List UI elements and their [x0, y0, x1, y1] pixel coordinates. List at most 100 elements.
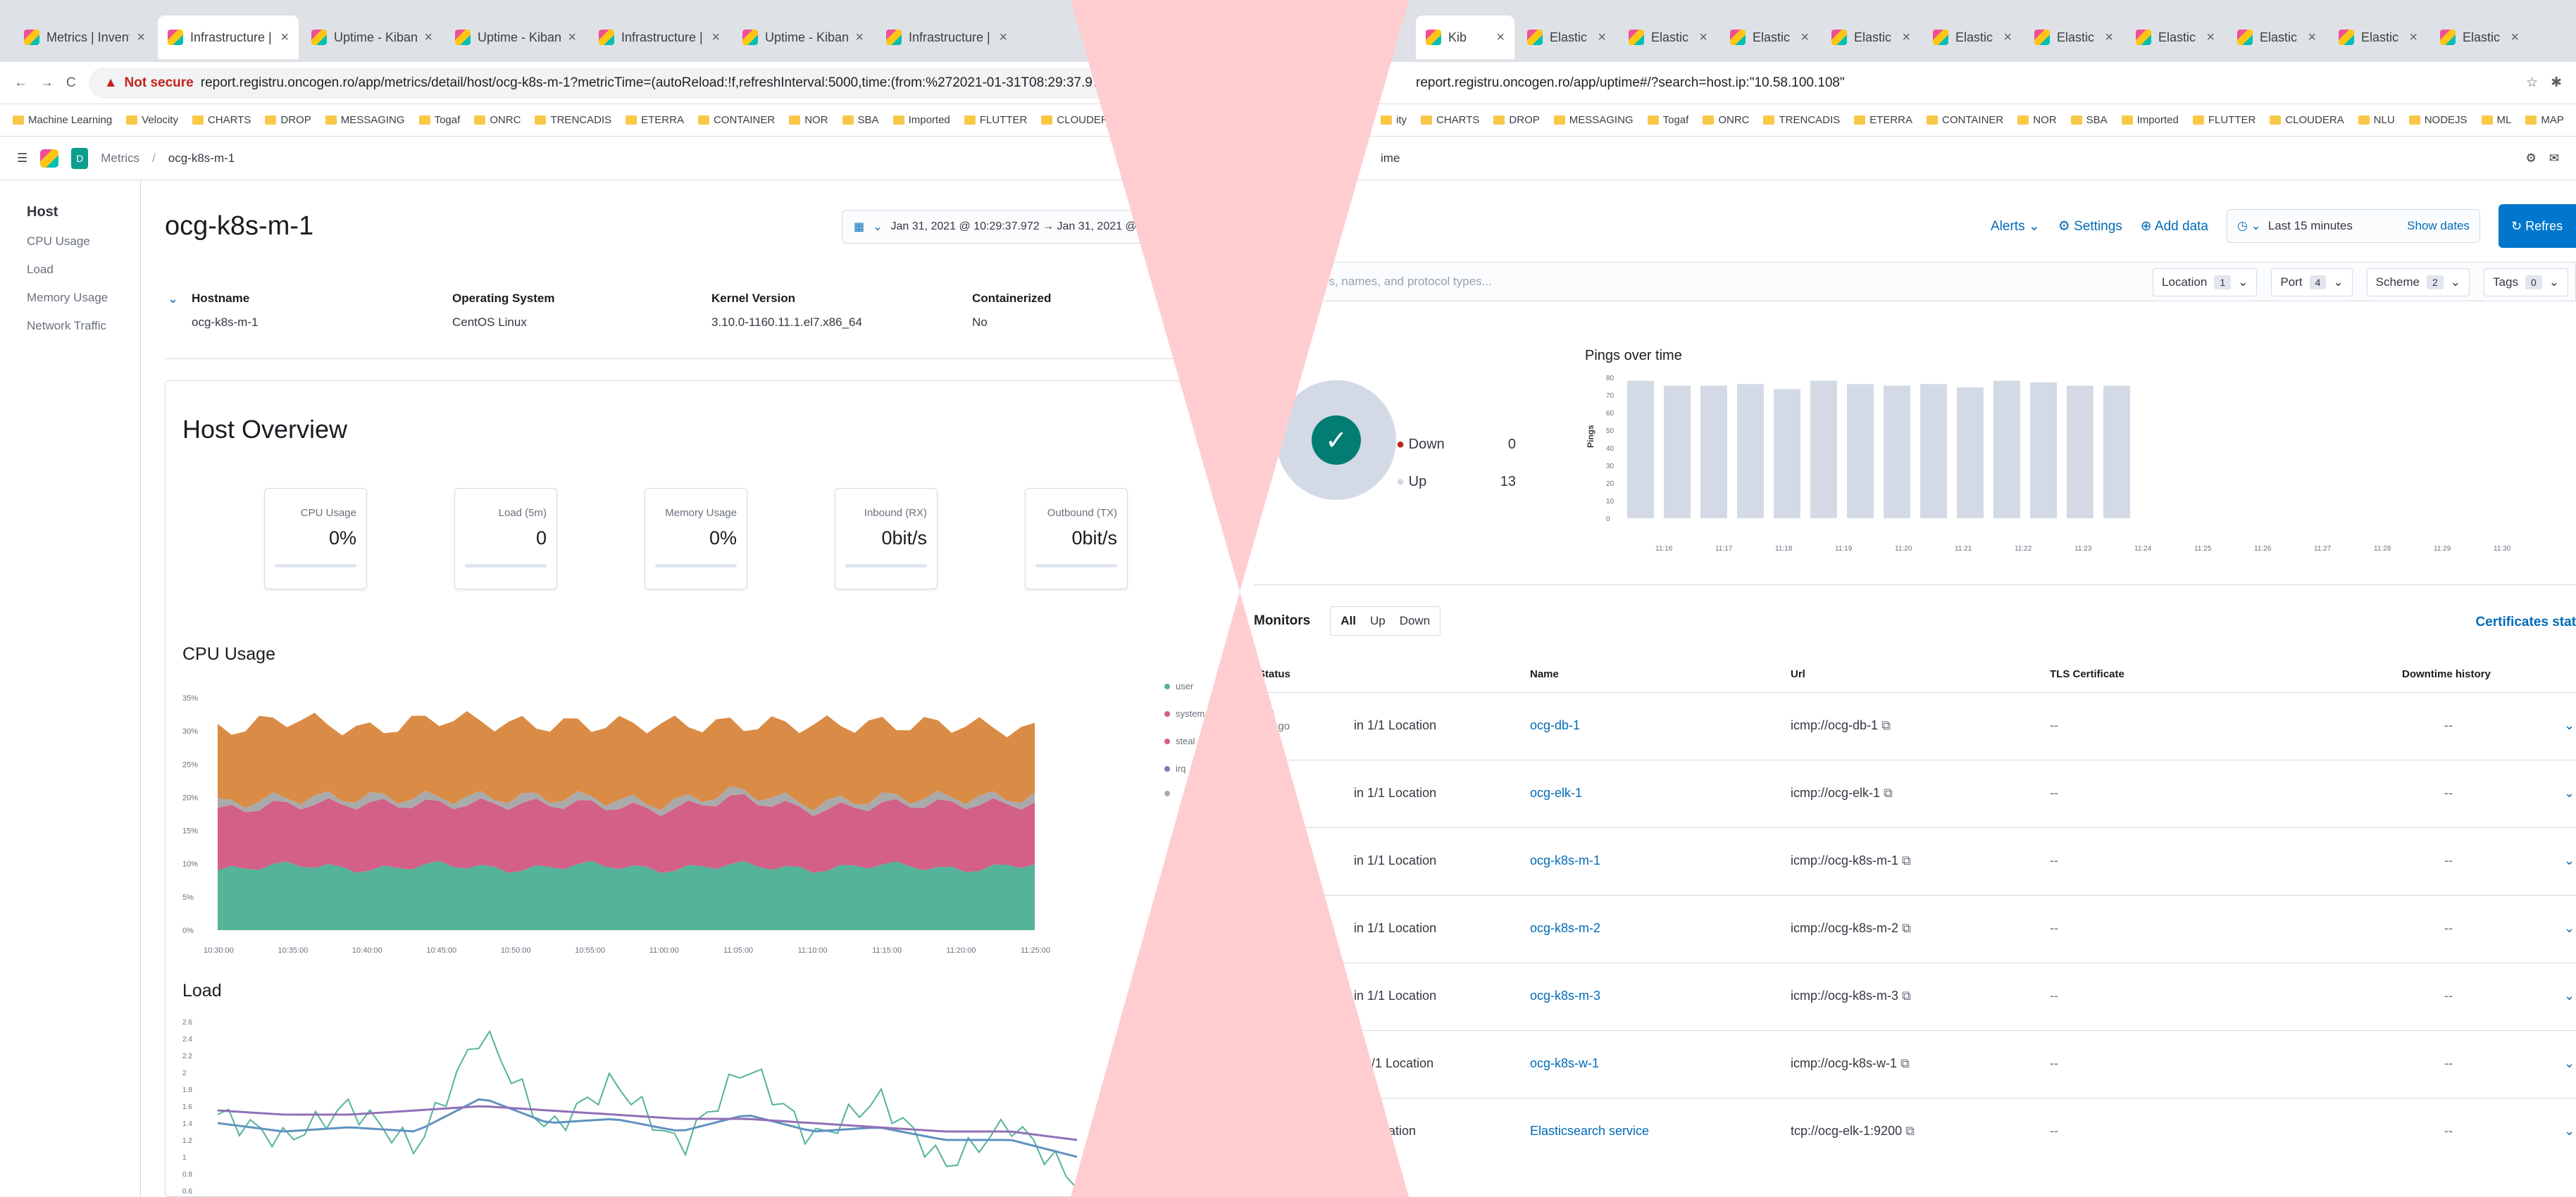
expand-row-icon[interactable]: ⌄ — [2564, 921, 2575, 936]
clock-icon[interactable]: ◷ ⌄ — [2237, 219, 2261, 233]
browser-tab[interactable]: Elastic × — [1517, 15, 1616, 59]
bookmark-folder[interactable]: Togaf — [1647, 114, 1688, 126]
star-icon[interactable]: ☆ — [2526, 75, 2538, 91]
add-data-button[interactable]: ⊕ Add data — [2141, 218, 2208, 234]
legend-item[interactable]: user — [1164, 681, 1205, 691]
url-cell[interactable]: icmp://ocg-db-1 ⧉ — [1791, 718, 1891, 733]
bookmark-folder[interactable]: ETERRA — [626, 114, 684, 126]
monitor-name-link[interactable]: ocg-k8s-m-1 — [1530, 853, 1600, 868]
monitor-name-link[interactable]: ocg-db-1 — [1530, 718, 1580, 733]
calendar-icon[interactable]: ▦ — [854, 220, 864, 234]
legend-item[interactable] — [1164, 791, 1205, 796]
bookmark-folder[interactable]: CHARTS — [1421, 114, 1479, 126]
bookmark-folder[interactable]: NLU — [2358, 114, 2395, 126]
side-nav-load[interactable]: Load — [27, 263, 113, 277]
monitor-name-link[interactable]: Elasticsearch service — [1530, 1124, 1649, 1139]
breadcrumb-uptime[interactable]: ime — [1381, 151, 1400, 165]
filter-tags[interactable]: Tags 0 ⌄ — [2484, 268, 2568, 296]
monitor-name-link[interactable]: ocg-k8s-m-3 — [1530, 989, 1600, 1003]
chevron-down-icon[interactable]: ⌄ — [873, 220, 882, 234]
bookmark-folder[interactable]: NODEJS — [1180, 114, 1238, 126]
browser-tab[interactable]: Elastic × — [1720, 15, 1819, 59]
table-row[interactable]: go in 1/1 Location ocg-elk-1 icmp://ocg-elk… — [1254, 760, 2576, 827]
menu-icon[interactable]: ☰ — [17, 151, 27, 165]
bookmark-folder[interactable]: TRENCADIS — [1763, 114, 1840, 126]
table-row[interactable]: in 1/1 Location ocg-k8s-m-3 icmp://ocg-k8s… — [1254, 963, 2576, 1030]
browser-tab[interactable]: Infrastructure | Metrics | ocg-k8s- × — [158, 15, 299, 59]
close-tab-icon[interactable]: × — [2409, 30, 2418, 46]
filter-up[interactable]: Up — [1370, 614, 1386, 628]
bookmark-folder[interactable]: DROP — [265, 114, 311, 126]
bookmark-folder[interactable]: Togaf — [418, 114, 460, 126]
ping-bar[interactable] — [1847, 384, 1874, 518]
bookmark-folder[interactable]: NODEJS — [2408, 114, 2468, 126]
url-cell[interactable]: icmp://ocg-k8s-m-2 ⧉ — [1791, 921, 1911, 936]
monitor-search-input[interactable]: itor IDs, names, and protocol types... L… — [1268, 262, 2576, 301]
ping-bar[interactable] — [1737, 384, 1764, 518]
reload-icon[interactable]: C — [66, 75, 76, 91]
extension-icon[interactable]: ✱ — [2551, 75, 2562, 91]
url-field[interactable]: ▲ Not secure report.registru.oncogen.ro/… — [88, 67, 1275, 99]
monitor-name-link[interactable]: ocg-k8s-w-1 — [1530, 1056, 1599, 1071]
close-tab-icon[interactable]: × — [2206, 30, 2215, 46]
url-field[interactable]: report.registru.oncogen.ro/app/uptime#/?… — [1254, 67, 2514, 99]
ping-bar[interactable] — [1920, 384, 1947, 518]
table-row[interactable]: Up tin ago in 1/1 Location ocg-db-1 icmp://o… — [1254, 692, 2576, 760]
bookmark-folder[interactable]: Machine Learning — [13, 114, 112, 126]
show-dates-link[interactable]: Show dates — [2407, 219, 2470, 233]
close-tab-icon[interactable]: × — [2308, 30, 2316, 46]
col-status[interactable]: Status — [1258, 668, 1290, 680]
bookmark-folder[interactable]: DROP — [1493, 114, 1540, 126]
ping-bar[interactable] — [1627, 380, 1654, 518]
url-cell[interactable]: tcp://ocg-elk-1:9200 ⧉ — [1791, 1124, 1915, 1139]
ping-bar[interactable] — [2103, 385, 2130, 518]
browser-tab[interactable]: Elastic × — [1619, 15, 1717, 59]
date-picker[interactable]: ▦ ⌄ Jan 31, 2021 @ 10:29:37.972 → Jan 31… — [842, 210, 1289, 244]
browser-tab[interactable]: Uptime - Kibana × — [733, 15, 873, 59]
ping-bar[interactable] — [1774, 389, 1800, 518]
bookmark-folder[interactable]: CHARTS — [192, 114, 251, 126]
bookmark-folder[interactable]: FLUTTER — [2192, 114, 2255, 126]
close-tab-icon[interactable]: × — [855, 30, 864, 46]
ping-bar[interactable] — [1810, 380, 1837, 518]
url-cell[interactable]: icmp://ocg-k8s-w-1 ⧉ — [1791, 1056, 1910, 1071]
side-nav-memory[interactable]: Memory Usage — [27, 291, 113, 305]
bookmark-folder[interactable]: MESSAGING — [325, 114, 405, 126]
settings-button[interactable]: ⚙ Settings — [2058, 218, 2122, 234]
expand-row-icon[interactable]: ⌄ — [2564, 1124, 2575, 1139]
close-tab-icon[interactable]: × — [568, 30, 576, 46]
url-cell[interactable]: icmp://ocg-elk-1 ⧉ — [1791, 786, 1893, 801]
table-row[interactable]: n 1/1 Location ocg-k8s-w-1 icmp://ocg-k8s-… — [1254, 1030, 2576, 1098]
close-tab-icon[interactable]: × — [1902, 30, 1910, 46]
browser-tab[interactable]: Infrastructure | Metrics | ocg-d × — [876, 15, 1017, 59]
filter-port[interactable]: Port 4 ⌄ — [2271, 268, 2353, 296]
browser-tab[interactable]: Elastic × — [1923, 15, 2022, 59]
close-tab-icon[interactable]: × — [424, 30, 433, 46]
quick-date-picker[interactable]: ◷ ⌄ Last 15 minutes Show dates — [2227, 209, 2480, 243]
expand-chevron-icon[interactable]: ⌄ — [168, 292, 178, 306]
monitor-name-link[interactable]: ocg-elk-1 — [1530, 786, 1582, 801]
date-range-text[interactable]: Jan 31, 2021 @ 10:29:37.972 → Jan 31, 20… — [891, 220, 1183, 233]
forward-icon[interactable]: → — [40, 75, 54, 91]
back-icon[interactable]: ← — [14, 75, 27, 91]
filter-location[interactable]: Location 1 ⌄ — [2153, 268, 2258, 296]
close-tab-icon[interactable]: × — [137, 30, 145, 46]
browser-tab[interactable]: Elastic × — [2024, 15, 2123, 59]
filter-scheme[interactable]: Scheme 2 ⌄ — [2366, 268, 2470, 296]
expand-row-icon[interactable]: ⌄ — [2564, 786, 2575, 801]
bookmark-folder[interactable]: MESSAGING — [1553, 114, 1634, 126]
legend-item[interactable]: system — [1164, 708, 1205, 719]
close-tab-icon[interactable]: × — [1496, 30, 1505, 46]
monitor-name-link[interactable]: ocg-k8s-m-2 — [1530, 921, 1600, 936]
table-row[interactable]: /1 Location Elasticsearch service tcp://oc… — [1254, 1098, 2576, 1165]
ping-bar[interactable] — [1700, 385, 1727, 518]
ping-bar[interactable] — [2067, 385, 2093, 518]
bookmark-folder[interactable]: SBA — [2070, 114, 2108, 126]
browser-tab[interactable]: Infrastructure | Metrics | ocg-elk- × — [589, 15, 730, 59]
close-tab-icon[interactable]: × — [2003, 30, 2012, 46]
close-tab-icon[interactable]: × — [2510, 30, 2519, 46]
browser-tab[interactable]: Kib × — [1416, 15, 1514, 59]
bookmark-folder[interactable]: CLOUDERA — [1041, 114, 1116, 126]
close-tab-icon[interactable]: × — [1800, 30, 1809, 46]
close-tab-icon[interactable]: × — [1598, 30, 1606, 46]
